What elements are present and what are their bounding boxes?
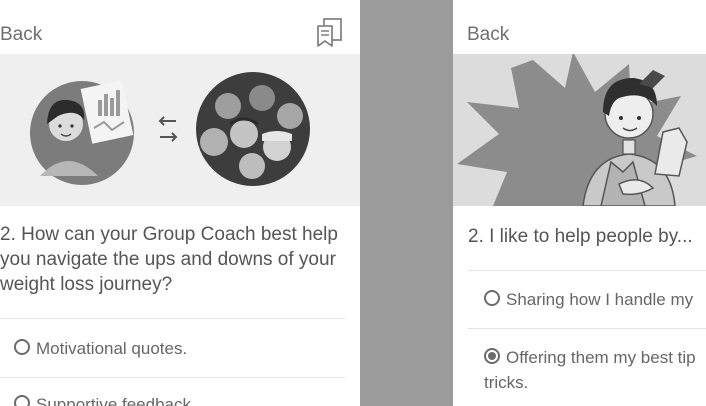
radio-icon[interactable] xyxy=(484,290,500,306)
answer-option[interactable]: Sharing how I handle my xyxy=(484,288,693,312)
hero-illustration xyxy=(0,54,360,206)
option-divider xyxy=(468,270,706,271)
top-bar: Back xyxy=(0,0,360,54)
left-screen: Back 2. How can your Group Coach best he… xyxy=(0,0,360,406)
right-screen: Back 2. I like to help people by... Shar… xyxy=(453,0,706,406)
answer-option[interactable]: Offering them my best tip xyxy=(484,346,696,370)
top-bar: Back xyxy=(453,0,706,54)
bookmark-icon[interactable] xyxy=(316,18,344,48)
group-avatar-illustration xyxy=(196,72,310,186)
radio-icon[interactable] xyxy=(14,339,30,355)
swap-arrows-icon xyxy=(158,116,178,142)
option-divider xyxy=(468,328,706,329)
question-text: 2. I like to help people by... xyxy=(468,226,693,247)
back-button[interactable]: Back xyxy=(467,24,509,46)
option-divider xyxy=(0,377,345,378)
hero-illustration xyxy=(453,54,706,206)
screen-divider xyxy=(360,0,453,406)
answer-option-label: Motivational quotes. xyxy=(36,339,188,358)
back-button[interactable]: Back xyxy=(0,24,42,46)
option-divider xyxy=(0,318,345,319)
coach-avatar-illustration xyxy=(30,80,134,185)
question-text: 2. How can your Group Coach best help yo… xyxy=(0,224,338,295)
answer-option-label: Offering them my best tip xyxy=(506,348,696,367)
answer-option[interactable]: Motivational quotes. xyxy=(14,337,187,361)
answer-option-label: Sharing how I handle my xyxy=(506,290,694,309)
answer-option-label-continued: tricks. xyxy=(484,373,529,392)
answer-option-label: Supportive feedback xyxy=(36,395,191,406)
answer-option[interactable]: Supportive feedback xyxy=(14,393,191,406)
radio-icon[interactable] xyxy=(14,395,30,406)
radio-selected-icon[interactable] xyxy=(484,348,500,364)
